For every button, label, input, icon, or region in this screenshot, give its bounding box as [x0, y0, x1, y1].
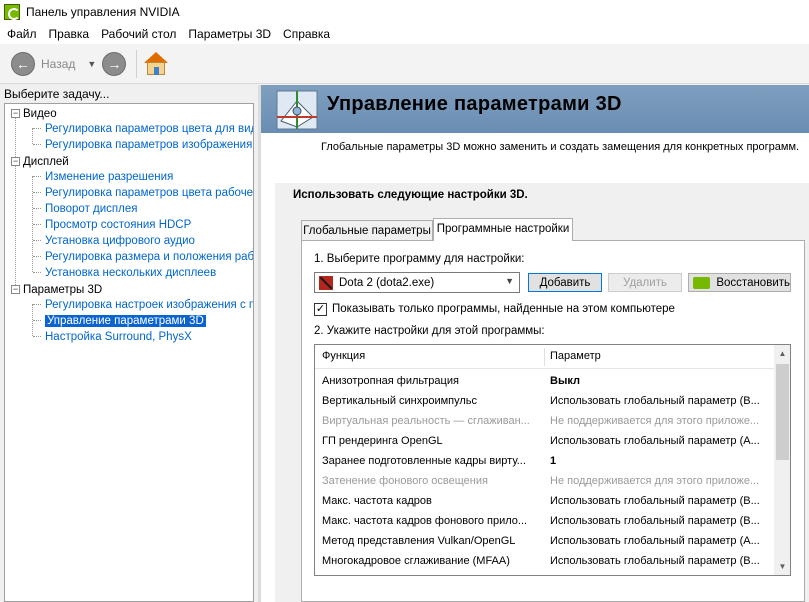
tree-item-rotate-display[interactable]: Поворот дисплея: [45, 201, 137, 217]
program-select-value: Dota 2 (dota2.exe): [339, 276, 435, 289]
table-row[interactable]: Метод представления Vulkan/OpenGL Использ…: [315, 531, 774, 551]
setting-function: Макс. частота кадров фонового прило...: [322, 515, 528, 527]
menu-file[interactable]: Файл: [0, 27, 43, 41]
tree-item-desktop-size[interactable]: Регулировка размера и положения рабо: [45, 249, 253, 265]
setting-value[interactable]: Использовать глобальный параметр (А...: [550, 431, 772, 451]
scroll-thumb[interactable]: [776, 364, 789, 460]
menu-desktop[interactable]: Рабочий стол: [95, 27, 182, 41]
setting-value[interactable]: Не поддерживается для этого приложе...: [550, 471, 772, 491]
settings-group: Использовать следующие настройки 3D. Гло…: [275, 183, 809, 602]
tree-item-desktop-color[interactable]: Регулировка параметров цвета рабочег: [45, 185, 253, 201]
tree-category-3d[interactable]: − Параметры 3D: [11, 282, 102, 298]
tree-item-digital-audio[interactable]: Установка цифрового аудио: [45, 233, 195, 249]
settings-grid: Функция Параметр Анизотропная фильтрация…: [314, 344, 791, 576]
add-button[interactable]: Добавить: [528, 273, 602, 292]
setting-function: Анизотропная фильтрация: [322, 375, 459, 387]
setting-value[interactable]: Использовать глобальный параметр (В...: [550, 551, 772, 571]
tree-item-change-resolution[interactable]: Изменение разрешения: [45, 169, 173, 185]
page-subtitle: Глобальные параметры 3D можно заменить и…: [321, 141, 800, 153]
program-select[interactable]: Dota 2 (dota2.exe) ▼: [314, 272, 520, 293]
collapse-icon[interactable]: −: [11, 285, 20, 295]
remove-button[interactable]: Удалить: [608, 273, 682, 292]
tab-global-settings[interactable]: Глобальные параметры: [301, 220, 433, 240]
menu-3d-settings[interactable]: Параметры 3D: [182, 27, 277, 41]
settings-heading: Использовать следующие настройки 3D.: [293, 189, 528, 201]
tree-item-video-color[interactable]: Регулировка параметров цвета для вид: [45, 121, 253, 137]
window-title: Панель управления NVIDIA: [26, 5, 180, 19]
dota-icon: [319, 275, 333, 290]
tree-item-video-image[interactable]: Регулировка параметров изображения д: [45, 137, 253, 153]
content-panel: Управление параметрами 3D Глобальные пар…: [261, 85, 809, 602]
tree-category-display[interactable]: − Дисплей: [11, 154, 69, 170]
grid-header: Функция Параметр: [315, 345, 774, 369]
table-row[interactable]: Многокадровое сглаживание (MFAA) Использо…: [315, 551, 774, 571]
nvidia-logo-icon: [693, 276, 711, 289]
step2-label: 2. Укажите настройки для этой программы:: [314, 325, 545, 337]
task-panel-header: Выберите задачу...: [4, 87, 110, 101]
tree-item-manage-3d-settings[interactable]: Управление параметрами 3D: [45, 313, 206, 329]
setting-value[interactable]: Использовать глобальный параметр (В...: [550, 391, 772, 411]
tree-item-image-settings-preview[interactable]: Регулировка настроек изображения с пр: [45, 297, 253, 313]
tree-category-video[interactable]: − Видео: [11, 106, 57, 122]
column-header-function[interactable]: Функция: [322, 350, 365, 362]
tab-content: 1. Выберите программу для настройки: Dot…: [301, 240, 805, 602]
task-panel: Выберите задачу... − Видео Регулировка па…: [0, 85, 258, 602]
setting-value[interactable]: Выкл: [550, 371, 772, 391]
back-label[interactable]: Назад: [41, 57, 75, 71]
table-row[interactable]: Макс. частота кадров фонового прило... Ис…: [315, 511, 774, 531]
setting-function: Вертикальный синхроимпульс: [322, 395, 478, 407]
table-row[interactable]: Заранее подготовленные кадры вирту... 1: [315, 451, 774, 471]
toolbar-separator: [136, 49, 138, 78]
show-found-programs-label[interactable]: Показывать только программы, найденные н…: [332, 303, 675, 315]
history-dropdown-icon[interactable]: ▼: [87, 59, 96, 69]
tree-item-surround-physx[interactable]: Настройка Surround, PhysX: [45, 329, 192, 345]
forward-arrow-icon[interactable]: →: [102, 51, 127, 76]
tab-program-settings[interactable]: Программные настройки: [433, 218, 573, 241]
home-icon[interactable]: [143, 51, 169, 77]
setting-function: Макс. частота кадров: [322, 495, 432, 507]
task-tree: − Видео Регулировка параметров цвета для …: [4, 103, 254, 602]
menu-bar: Файл Правка Рабочий стол Параметры 3D Сп…: [0, 24, 809, 44]
table-row[interactable]: Вертикальный синхроимпульс Использовать г…: [315, 391, 774, 411]
setting-value[interactable]: Не поддерживается для этого приложе...: [550, 411, 772, 431]
title-bar: Панель управления NVIDIA: [0, 0, 809, 24]
scroll-up-icon[interactable]: ▲: [774, 345, 790, 362]
column-separator[interactable]: [544, 348, 545, 366]
table-row[interactable]: ГП рендеринга OpenGL Использовать глобаль…: [315, 431, 774, 451]
collapse-icon[interactable]: −: [11, 109, 20, 119]
show-found-programs-checkbox[interactable]: ✓: [314, 303, 327, 316]
grid-scrollbar[interactable]: ▲ ▼: [774, 345, 790, 575]
setting-value[interactable]: Использовать глобальный параметр (В...: [550, 491, 772, 511]
scroll-down-icon[interactable]: ▼: [774, 558, 790, 575]
table-row[interactable]: Виртуальная реальность — сглаживан... Не …: [315, 411, 774, 431]
setting-value[interactable]: Использовать глобальный параметр (А...: [550, 531, 772, 551]
toolbar: ← Назад ▼ →: [0, 44, 809, 84]
nvidia-logo-icon: [4, 4, 20, 20]
collapse-icon[interactable]: −: [11, 157, 20, 167]
column-header-parameter[interactable]: Параметр: [550, 350, 601, 362]
menu-help[interactable]: Справка: [277, 27, 336, 41]
setting-function: Метод представления Vulkan/OpenGL: [322, 535, 516, 547]
setting-function: Заранее подготовленные кадры вирту...: [322, 455, 526, 467]
table-row[interactable]: Анизотропная фильтрация Выкл: [315, 371, 774, 391]
page-title: Управление параметрами 3D: [327, 93, 622, 115]
table-row[interactable]: Затенение фонового освещения Не поддержив…: [315, 471, 774, 491]
setting-value[interactable]: Использовать глобальный параметр (В...: [550, 511, 772, 531]
table-row[interactable]: Макс. частота кадров Использовать глобаль…: [315, 491, 774, 511]
setting-function: Затенение фонового освещения: [322, 475, 488, 487]
3d-settings-icon: [276, 90, 318, 130]
setting-function: Многокадровое сглаживание (MFAA): [322, 555, 510, 567]
tree-item-multiple-displays[interactable]: Установка нескольких дисплеев: [45, 265, 216, 281]
chevron-down-icon[interactable]: ▼: [505, 276, 514, 286]
setting-value[interactable]: 1: [550, 451, 772, 471]
page-banner: Управление параметрами 3D: [261, 85, 809, 133]
tree-item-hdcp-status[interactable]: Просмотр состояния HDCP: [45, 217, 191, 233]
restore-button[interactable]: Восстановить: [688, 273, 791, 292]
step1-label: 1. Выберите программу для настройки:: [314, 253, 525, 265]
restore-button-label: Восстановить: [716, 276, 790, 289]
back-arrow-icon[interactable]: ←: [11, 51, 35, 76]
menu-edit[interactable]: Правка: [43, 27, 96, 41]
setting-function: Виртуальная реальность — сглаживан...: [322, 415, 530, 427]
setting-function: ГП рендеринга OpenGL: [322, 435, 443, 447]
